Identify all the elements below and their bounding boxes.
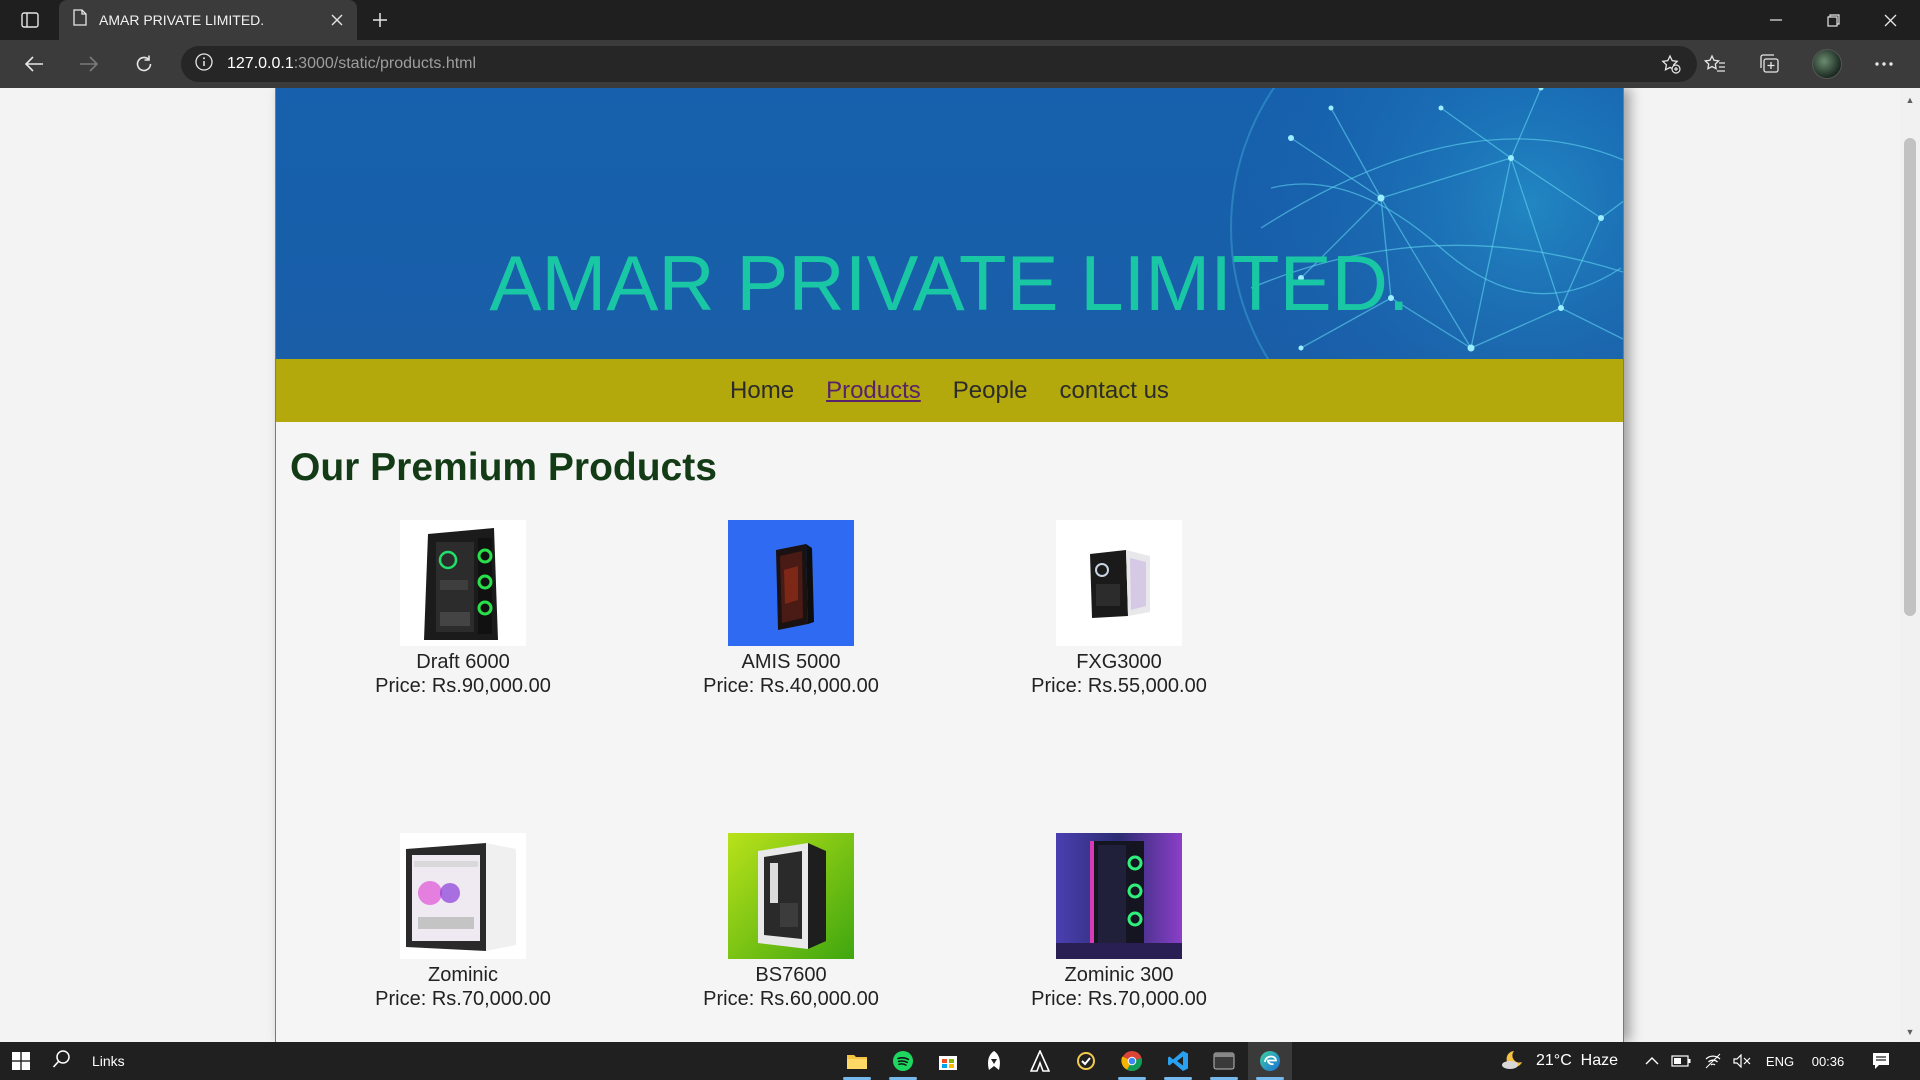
product-name: BS7600 <box>755 964 827 986</box>
avatar <box>1812 49 1842 79</box>
product-card[interactable]: Zominic Price: Rs.70,000.00 <box>333 833 593 1011</box>
windows-start-icon[interactable] <box>6 1042 36 1080</box>
page-icon <box>73 9 87 31</box>
product-image-zominic-300[interactable] <box>1056 833 1182 959</box>
product-image-zominic[interactable] <box>400 833 526 959</box>
spotify-icon[interactable] <box>881 1042 925 1080</box>
refresh-icon[interactable] <box>126 46 162 82</box>
taskbar-search[interactable]: Links <box>52 1042 172 1080</box>
product-card[interactable]: Draft 6000 Price: Rs.90,000.00 <box>333 520 593 698</box>
product-image-bs7600[interactable] <box>728 833 854 959</box>
close-window-icon[interactable] <box>1862 0 1918 40</box>
product-price: Price: Rs.40,000.00 <box>703 675 879 697</box>
product-image-amis-5000[interactable] <box>728 520 854 646</box>
language-indicator[interactable]: ENG <box>1762 1042 1798 1080</box>
edge-icon[interactable] <box>1248 1042 1292 1080</box>
chrome-icon[interactable] <box>1110 1042 1154 1080</box>
forward-icon[interactable] <box>71 46 107 82</box>
product-card[interactable]: Zominic 300 Price: Rs.70,000.00 <box>989 833 1249 1011</box>
close-tab-icon[interactable] <box>321 4 353 36</box>
product-card[interactable]: AMIS 5000 Price: Rs.40,000.00 <box>661 520 921 698</box>
nav-home[interactable]: Home <box>730 377 794 405</box>
collections-icon[interactable] <box>1750 46 1790 82</box>
url-host: 127.0.0.1 <box>227 55 294 72</box>
search-icon <box>52 1049 72 1074</box>
product-name: Draft 6000 <box>416 651 510 673</box>
game-icon[interactable] <box>972 1042 1016 1080</box>
tab-actions-icon[interactable] <box>10 4 50 36</box>
back-icon[interactable] <box>16 46 52 82</box>
hero-banner: AMAR PRIVATE LIMITED. <box>276 88 1623 359</box>
scroll-up-icon[interactable]: ▲ <box>1904 94 1916 106</box>
taskbar: Links 21°C Haze ENG 00:36 <box>0 1042 1920 1080</box>
notifications-icon[interactable] <box>1866 1042 1896 1080</box>
product-name: AMIS 5000 <box>741 651 841 673</box>
clock[interactable]: 00:36 <box>1806 1042 1850 1080</box>
product-name: FXG3000 <box>1076 651 1162 673</box>
main-nav: Home Products People contact us <box>276 359 1623 422</box>
address-bar[interactable]: 127.0.0.1:3000/static/products.html <box>181 46 1697 82</box>
product-price: Price: Rs.70,000.00 <box>1031 988 1207 1010</box>
chevron-up-icon[interactable] <box>1641 1042 1663 1080</box>
battery-icon[interactable] <box>1668 1042 1694 1080</box>
new-tab-icon[interactable] <box>364 4 396 36</box>
search-label: Links <box>92 1053 125 1069</box>
product-name: Zominic 300 <box>1064 964 1174 986</box>
tab-title: AMAR PRIVATE LIMITED. <box>99 12 265 28</box>
scrollbar-thumb[interactable] <box>1904 138 1916 616</box>
minimize-icon[interactable] <box>1748 0 1804 40</box>
assassins-creed-icon[interactable] <box>1018 1042 1062 1080</box>
page-viewport: AMAR PRIVATE LIMITED. Home Products Peop… <box>0 88 1900 1042</box>
url-text: 127.0.0.1:3000/static/products.html <box>227 55 476 73</box>
nav-products[interactable]: Products <box>826 377 921 405</box>
product-price: Price: Rs.60,000.00 <box>703 988 879 1010</box>
nav-people[interactable]: People <box>953 377 1028 405</box>
product-card[interactable]: BS7600 Price: Rs.60,000.00 <box>661 833 921 1011</box>
task-app-icon[interactable] <box>1064 1042 1108 1080</box>
product-image-fxg3000[interactable] <box>1056 520 1182 646</box>
weather-text: 21°C Haze <box>1536 1052 1618 1069</box>
nav-contact-us[interactable]: contact us <box>1060 377 1169 405</box>
site-info-icon[interactable] <box>195 52 213 76</box>
favorites-icon[interactable] <box>1695 46 1735 82</box>
product-card[interactable]: FXG3000 Price: Rs.55,000.00 <box>989 520 1249 698</box>
profile-avatar[interactable] <box>1807 46 1847 82</box>
scroll-down-icon[interactable]: ▼ <box>1904 1026 1916 1038</box>
volume-muted-icon[interactable] <box>1729 1042 1755 1080</box>
file-explorer-icon[interactable] <box>835 1042 879 1080</box>
section-title: Our Premium Products <box>290 446 717 489</box>
restore-icon[interactable] <box>1805 0 1861 40</box>
product-price: Price: Rs.70,000.00 <box>375 988 551 1010</box>
vscode-icon[interactable] <box>1156 1042 1200 1080</box>
wifi-icon[interactable] <box>1700 1042 1726 1080</box>
site-heading: AMAR PRIVATE LIMITED. <box>489 239 1410 327</box>
terminal-icon[interactable] <box>1202 1042 1246 1080</box>
moon-cloud-icon <box>1500 1048 1526 1075</box>
product-price: Price: Rs.55,000.00 <box>1031 675 1207 697</box>
store-icon[interactable] <box>926 1042 970 1080</box>
product-price: Price: Rs.90,000.00 <box>375 675 551 697</box>
vertical-scrollbar[interactable]: ▲ ▼ <box>1900 88 1920 1042</box>
product-image-draft-6000[interactable] <box>400 520 526 646</box>
browser-toolbar: 127.0.0.1:3000/static/products.html <box>0 40 1920 88</box>
add-favorite-icon[interactable] <box>1657 50 1685 78</box>
weather-widget[interactable]: 21°C Haze <box>1500 1042 1640 1080</box>
tab-bar: AMAR PRIVATE LIMITED. <box>0 0 1920 40</box>
more-options-icon[interactable] <box>1864 46 1904 82</box>
product-name: Zominic <box>427 964 498 986</box>
url-path: :3000/static/products.html <box>293 55 477 72</box>
browser-tab[interactable]: AMAR PRIVATE LIMITED. <box>59 0 357 40</box>
page-container: AMAR PRIVATE LIMITED. Home Products Peop… <box>275 88 1624 1042</box>
